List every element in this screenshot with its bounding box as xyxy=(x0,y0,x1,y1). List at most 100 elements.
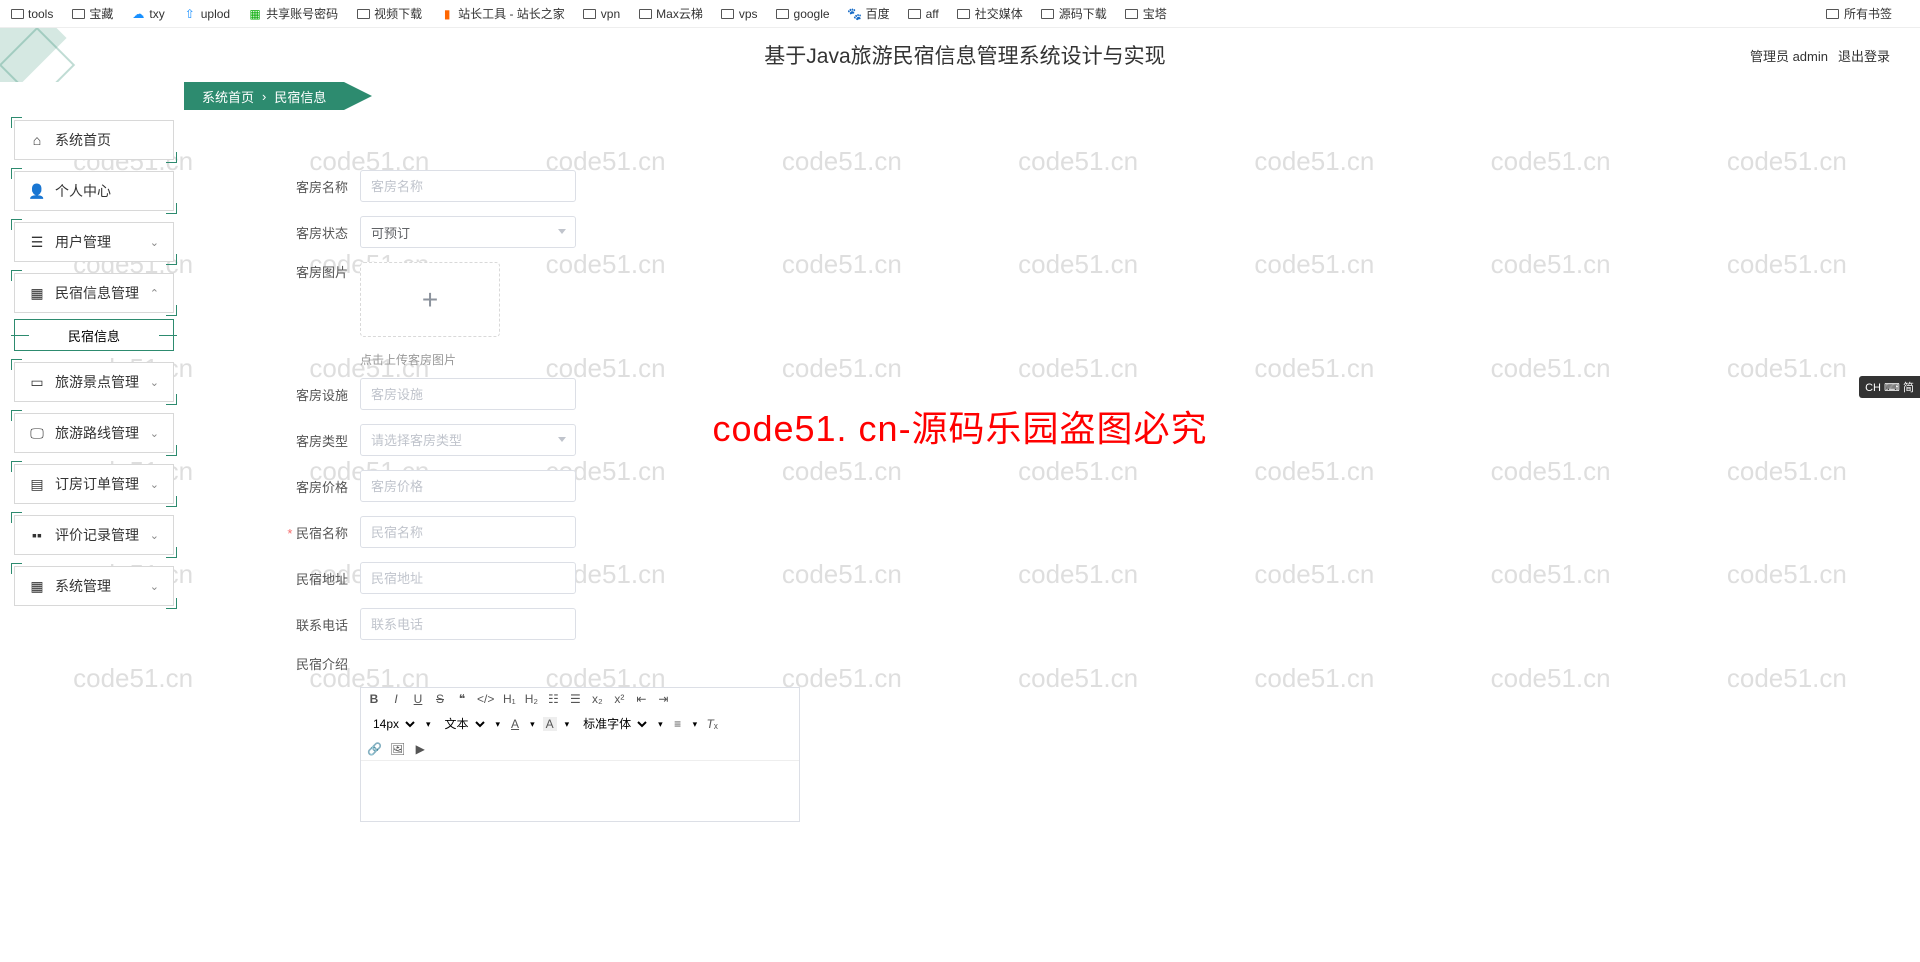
sidebar-item-home[interactable]: ⌂系统首页 xyxy=(14,120,174,160)
book-icon: ▤ xyxy=(29,476,45,493)
label-room-image: 客房图片 xyxy=(284,262,348,281)
video-button[interactable]: ▶ xyxy=(413,742,427,756)
bookmark-item[interactable]: ☁txy xyxy=(131,7,164,21)
sidebar-item-order[interactable]: ▤订房订单管理⌄ xyxy=(14,464,174,504)
bookmark-item[interactable]: ⇧uplod xyxy=(183,7,230,21)
upload-icon: ⇧ xyxy=(183,7,197,21)
breadcrumb: 系统首页 › 民宿信息 xyxy=(184,82,344,110)
underline-button[interactable]: U xyxy=(411,692,425,706)
breadcrumb-home[interactable]: 系统首页 xyxy=(202,87,254,106)
bgcolor-button[interactable]: A xyxy=(543,717,557,731)
cloud-icon: ☁ xyxy=(131,7,145,21)
input-room-facility[interactable] xyxy=(360,378,576,410)
baidu-icon: 🐾 xyxy=(848,7,862,21)
label-phone: 联系电话 xyxy=(284,615,348,634)
card-icon: ▭ xyxy=(29,374,45,391)
upload-room-image[interactable]: + xyxy=(360,262,500,337)
bookmark-item[interactable]: 社交媒体 xyxy=(957,5,1023,22)
sidebar-item-system[interactable]: ▦系统管理⌄ xyxy=(14,566,174,606)
chevron-icon: ▾ xyxy=(565,719,570,730)
bookmark-item[interactable]: ▮站长工具 - 站长之家 xyxy=(440,5,565,22)
chevron-down-icon: ⌄ xyxy=(150,376,159,389)
apps-icon: ▦ xyxy=(29,578,45,595)
input-homestay-name[interactable] xyxy=(360,516,576,548)
chevron-icon: ▾ xyxy=(496,719,501,730)
ol-button[interactable]: ☷ xyxy=(546,692,560,706)
form-content: 客房名称 客房状态 客房图片 + 点击上传客房图片 客房设施 客房类型 客房价格 xyxy=(184,110,1920,962)
label-room-facility: 客房设施 xyxy=(284,385,348,404)
bookmark-item[interactable]: Max云梯 xyxy=(638,5,703,22)
dots-icon: ▪▪ xyxy=(29,527,45,543)
label-homestay-addr: 民宿地址 xyxy=(284,569,348,588)
input-homestay-addr[interactable] xyxy=(360,562,576,594)
image-button[interactable]: 🖼 xyxy=(390,742,405,756)
ul-button[interactable]: ☰ xyxy=(568,692,582,706)
sidebar-item-review[interactable]: ▪▪评价记录管理⌄ xyxy=(14,515,174,555)
chevron-icon: ▾ xyxy=(426,719,431,730)
chevron-down-icon: ⌄ xyxy=(150,478,159,491)
h1-button[interactable]: H₁ xyxy=(502,692,516,706)
bookmark-item[interactable]: 视频下载 xyxy=(356,5,422,22)
indent-button[interactable]: ⇤ xyxy=(634,692,648,706)
font-family-select[interactable]: 文本 xyxy=(439,716,488,732)
bookmark-item[interactable]: 🐾百度 xyxy=(848,5,890,22)
sidebar-subitem-homestay-info[interactable]: 民宿信息 xyxy=(14,319,174,351)
label-room-type: 客房类型 xyxy=(284,431,348,450)
bookmark-item[interactable]: aff xyxy=(908,7,939,21)
plus-icon: + xyxy=(422,284,438,316)
input-phone[interactable] xyxy=(360,608,576,640)
color-button[interactable]: A xyxy=(508,717,522,731)
select-room-status[interactable] xyxy=(360,216,576,248)
site-icon: ▮ xyxy=(440,7,454,21)
font-size-select[interactable]: 14px xyxy=(367,716,418,732)
italic-button[interactable]: I xyxy=(389,692,403,706)
ime-indicator[interactable]: CH ⌨ 简 xyxy=(1859,376,1920,398)
sidebar-item-users[interactable]: ☰用户管理⌄ xyxy=(14,222,174,262)
align-button[interactable]: ≡ xyxy=(671,717,685,731)
breadcrumb-current: 民宿信息 xyxy=(274,87,326,106)
label-room-status: 客房状态 xyxy=(284,223,348,242)
app-header: 基于Java旅游民宿信息管理系统设计与实现 管理员 admin 退出登录 xyxy=(0,28,1920,82)
strike-button[interactable]: S xyxy=(433,692,447,706)
sidebar-item-profile[interactable]: 👤个人中心 xyxy=(14,171,174,211)
input-room-price[interactable] xyxy=(360,470,576,502)
editor-content[interactable] xyxy=(361,761,799,821)
bookmarks-bar: tools 宝藏 ☁txy ⇧uplod ▦共享账号密码 视频下载 ▮站长工具 … xyxy=(0,0,1920,28)
bold-button[interactable]: B xyxy=(367,692,381,706)
link-button[interactable]: 🔗 xyxy=(367,742,382,756)
page-title: 基于Java旅游民宿信息管理系统设计与实现 xyxy=(180,40,1750,70)
bookmark-item[interactable]: 源码下载 xyxy=(1041,5,1107,22)
sidebar: ⌂系统首页 👤个人中心 ☰用户管理⌄ ▦民宿信息管理⌃ 民宿信息 ▭旅游景点管理… xyxy=(0,110,184,962)
bookmark-item[interactable]: vps xyxy=(721,7,758,21)
bookmark-item[interactable]: tools xyxy=(10,7,53,21)
outdent-button[interactable]: ⇥ xyxy=(656,692,670,706)
bookmark-item[interactable]: ▦共享账号密码 xyxy=(248,5,338,22)
list-icon: ☰ xyxy=(29,234,45,251)
label-homestay-name: 民宿名称 xyxy=(284,523,348,542)
sub-button[interactable]: x₂ xyxy=(590,692,604,706)
home-icon: ⌂ xyxy=(29,132,45,148)
bookmark-item[interactable]: vpn xyxy=(583,7,620,21)
clear-button[interactable]: Tₓ xyxy=(705,717,719,731)
sidebar-item-route[interactable]: 🖵旅游路线管理⌄ xyxy=(14,413,174,453)
rich-editor: B I U S ❝ </> H₁ H₂ ☷ ☰ x₂ x² ⇤ ⇥ 14px▾ … xyxy=(360,687,800,822)
bookmark-item[interactable]: 宝藏 xyxy=(71,5,113,22)
input-room-name[interactable] xyxy=(360,170,576,202)
editor-toolbar: B I U S ❝ </> H₁ H₂ ☷ ☰ x₂ x² ⇤ ⇥ 14px▾ … xyxy=(361,688,799,761)
sidebar-item-homestay[interactable]: ▦民宿信息管理⌃ xyxy=(14,273,174,313)
sidebar-item-scenic[interactable]: ▭旅游景点管理⌄ xyxy=(14,362,174,402)
code-button[interactable]: </> xyxy=(477,692,494,706)
logout-link[interactable]: 退出登录 xyxy=(1838,46,1890,65)
quote-button[interactable]: ❝ xyxy=(455,692,469,706)
header-decoration xyxy=(0,28,180,82)
h2-button[interactable]: H₂ xyxy=(524,692,538,706)
bookmark-all[interactable]: 所有书签 xyxy=(1826,5,1892,22)
bookmark-item[interactable]: google xyxy=(776,7,830,21)
select-room-type[interactable] xyxy=(360,424,576,456)
sup-button[interactable]: x² xyxy=(612,692,626,706)
bookmark-item[interactable]: 宝塔 xyxy=(1125,5,1167,22)
chevron-icon: ▾ xyxy=(658,719,663,730)
chevron-up-icon: ⌃ xyxy=(150,287,159,300)
std-font-select[interactable]: 标准字体 xyxy=(577,716,650,732)
label-room-price: 客房价格 xyxy=(284,477,348,496)
